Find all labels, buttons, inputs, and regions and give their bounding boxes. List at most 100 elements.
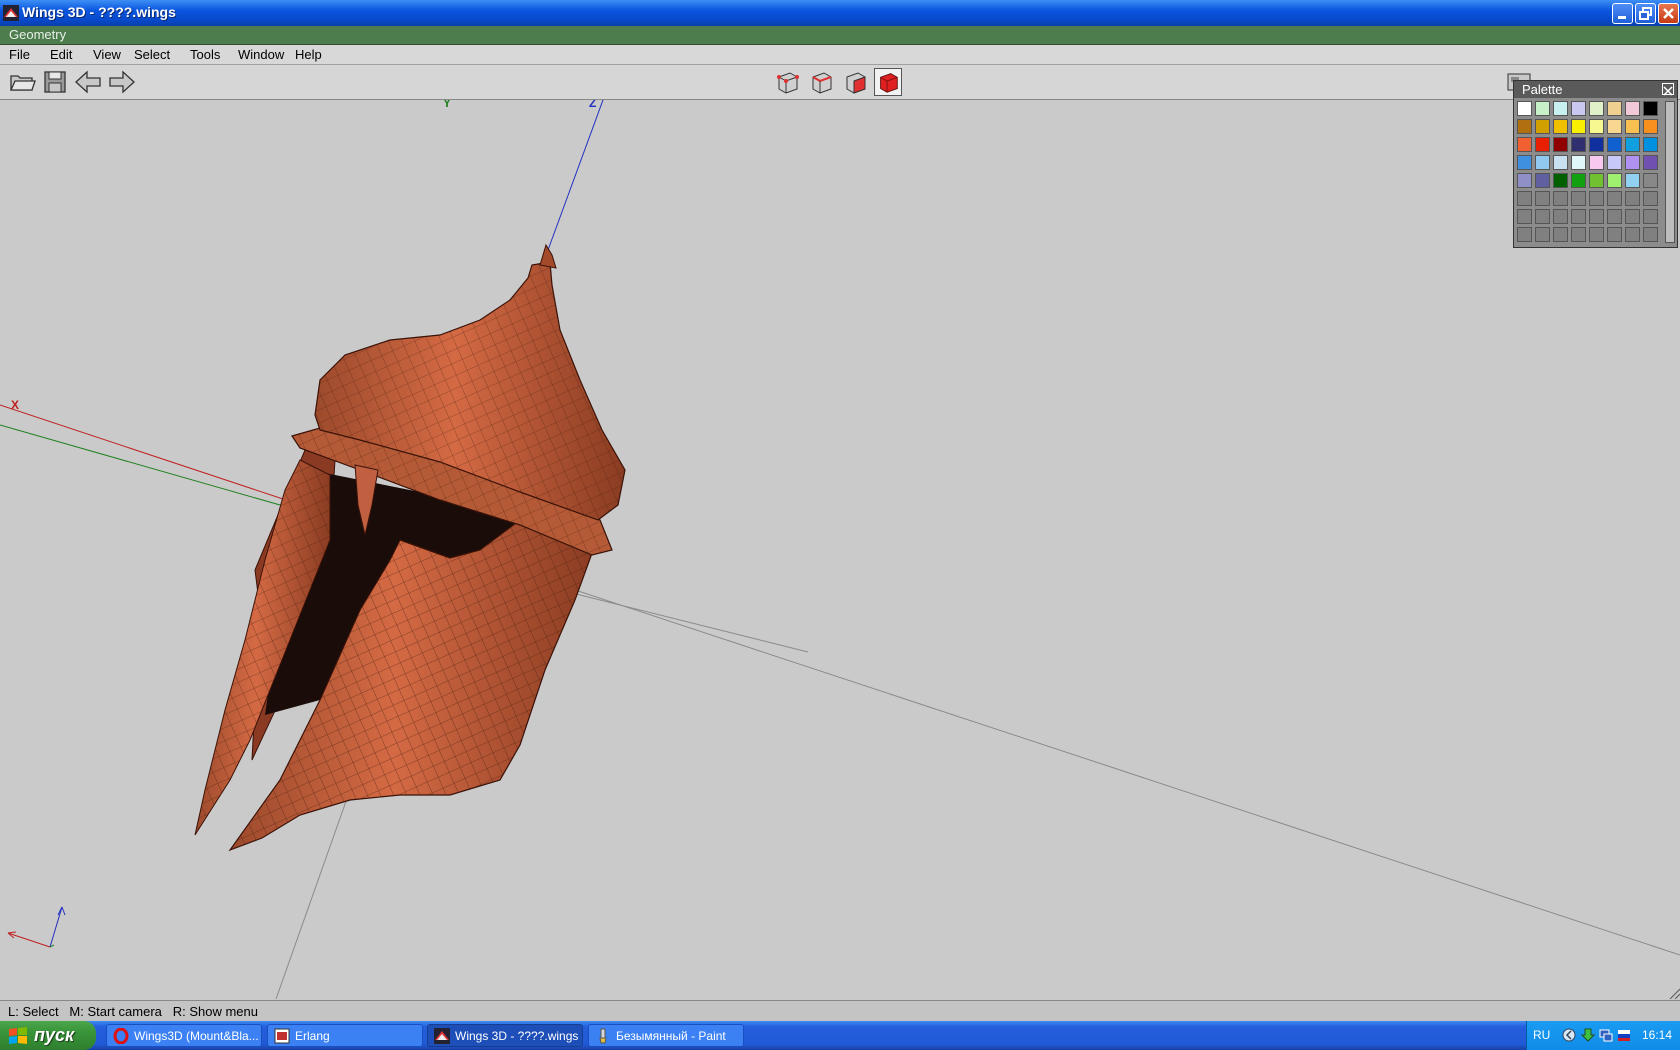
palette-swatch[interactable]: [1643, 101, 1658, 116]
vertex-mode-icon[interactable]: [773, 68, 801, 96]
menu-edit[interactable]: Edit: [50, 47, 72, 62]
palette-swatch[interactable]: [1625, 119, 1640, 134]
palette-swatch[interactable]: [1517, 155, 1532, 170]
palette-swatch[interactable]: [1607, 155, 1622, 170]
palette-swatch[interactable]: [1517, 119, 1532, 134]
palette-swatch[interactable]: [1517, 173, 1532, 188]
taskbar-item-wings3d[interactable]: Wings 3D - ????.wings: [427, 1024, 583, 1047]
palette-swatch[interactable]: [1643, 137, 1658, 152]
open-folder-icon[interactable]: [8, 68, 36, 96]
taskbar-item-paint[interactable]: Безымянный - Paint: [588, 1024, 744, 1047]
palette-swatch[interactable]: [1535, 137, 1550, 152]
palette-swatch[interactable]: [1571, 227, 1586, 242]
palette-swatch[interactable]: [1517, 101, 1532, 116]
menu-select[interactable]: Select: [134, 47, 170, 62]
palette-swatch[interactable]: [1571, 101, 1586, 116]
palette-swatch[interactable]: [1625, 209, 1640, 224]
paint-icon: [599, 1028, 607, 1044]
palette-swatch[interactable]: [1571, 155, 1586, 170]
title-bar[interactable]: Wings 3D - ????.wings: [0, 0, 1680, 26]
palette-swatch[interactable]: [1589, 209, 1604, 224]
palette-swatch[interactable]: [1643, 155, 1658, 170]
palette-swatch[interactable]: [1517, 137, 1532, 152]
palette-swatch[interactable]: [1571, 191, 1586, 206]
palette-swatch[interactable]: [1643, 209, 1658, 224]
palette-swatch[interactable]: [1625, 155, 1640, 170]
palette-swatch[interactable]: [1643, 119, 1658, 134]
palette-swatch[interactable]: [1553, 209, 1568, 224]
palette-swatch[interactable]: [1553, 119, 1568, 134]
restore-button[interactable]: [1635, 3, 1656, 24]
palette-swatch[interactable]: [1571, 119, 1586, 134]
palette-swatch[interactable]: [1607, 101, 1622, 116]
palette-swatch[interactable]: [1535, 227, 1550, 242]
edge-mode-icon[interactable]: [807, 68, 835, 96]
palette-swatch[interactable]: [1607, 173, 1622, 188]
palette-swatch[interactable]: [1589, 119, 1604, 134]
palette-swatch[interactable]: [1553, 101, 1568, 116]
palette-swatch[interactable]: [1535, 173, 1550, 188]
back-arrow-icon[interactable]: [1562, 1028, 1576, 1042]
flag-icon[interactable]: [1617, 1028, 1631, 1042]
palette-swatch[interactable]: [1571, 137, 1586, 152]
palette-swatch[interactable]: [1517, 209, 1532, 224]
menu-window[interactable]: Window: [238, 47, 284, 62]
save-icon[interactable]: [41, 68, 69, 96]
palette-swatch[interactable]: [1589, 155, 1604, 170]
geometry-viewport[interactable]: X Y Z: [0, 100, 1680, 999]
menu-tools[interactable]: Tools: [190, 47, 220, 62]
minimize-button[interactable]: [1612, 3, 1633, 24]
taskbar-item-wings3d-opera[interactable]: Wings3D (Mount&Bla...: [106, 1024, 262, 1047]
palette-swatch[interactable]: [1517, 191, 1532, 206]
palette-swatch[interactable]: [1643, 227, 1658, 242]
palette-swatch[interactable]: [1607, 227, 1622, 242]
language-indicator[interactable]: RU: [1533, 1028, 1550, 1042]
taskbar-item-erlang[interactable]: Erlang: [267, 1024, 423, 1047]
palette-swatch[interactable]: [1535, 191, 1550, 206]
helmet-model[interactable]: [194, 243, 626, 852]
palette-swatch[interactable]: [1589, 173, 1604, 188]
palette-swatch[interactable]: [1625, 101, 1640, 116]
palette-swatch[interactable]: [1535, 119, 1550, 134]
palette-swatch[interactable]: [1625, 173, 1640, 188]
palette-swatch[interactable]: [1589, 191, 1604, 206]
palette-swatch[interactable]: [1625, 191, 1640, 206]
close-button[interactable]: [1658, 3, 1679, 24]
palette-swatch[interactable]: [1643, 191, 1658, 206]
palette-swatch[interactable]: [1517, 227, 1532, 242]
palette-swatch[interactable]: [1553, 155, 1568, 170]
face-mode-icon[interactable]: [841, 68, 869, 96]
palette-swatch[interactable]: [1553, 137, 1568, 152]
palette-swatch[interactable]: [1625, 227, 1640, 242]
menu-file[interactable]: File: [9, 47, 30, 62]
palette-scrollbar[interactable]: [1665, 101, 1675, 243]
palette-window[interactable]: Palette: [1513, 80, 1678, 248]
palette-swatch[interactable]: [1571, 173, 1586, 188]
palette-swatch[interactable]: [1535, 101, 1550, 116]
object-mode-button[interactable]: [874, 68, 902, 96]
palette-swatch[interactable]: [1535, 155, 1550, 170]
menu-view[interactable]: View: [93, 47, 121, 62]
palette-swatch[interactable]: [1553, 227, 1568, 242]
palette-swatch[interactable]: [1535, 209, 1550, 224]
palette-swatch[interactable]: [1553, 173, 1568, 188]
palette-swatch[interactable]: [1589, 137, 1604, 152]
palette-swatch[interactable]: [1607, 191, 1622, 206]
palette-swatch[interactable]: [1589, 101, 1604, 116]
download-arrow-icon[interactable]: [1581, 1028, 1595, 1042]
undo-arrow-icon[interactable]: [74, 68, 102, 96]
redo-arrow-icon[interactable]: [108, 68, 136, 96]
palette-swatch[interactable]: [1553, 191, 1568, 206]
palette-swatch[interactable]: [1607, 119, 1622, 134]
palette-close-button[interactable]: [1662, 83, 1674, 96]
palette-swatch[interactable]: [1607, 209, 1622, 224]
palette-swatch[interactable]: [1607, 137, 1622, 152]
palette-swatch[interactable]: [1643, 173, 1658, 188]
menu-help[interactable]: Help: [295, 47, 322, 62]
palette-title-bar[interactable]: Palette: [1514, 81, 1677, 98]
palette-swatch[interactable]: [1625, 137, 1640, 152]
palette-swatch[interactable]: [1589, 227, 1604, 242]
palette-swatch[interactable]: [1571, 209, 1586, 224]
network-icon[interactable]: [1599, 1028, 1613, 1042]
start-button[interactable]: пуск: [0, 1021, 96, 1050]
